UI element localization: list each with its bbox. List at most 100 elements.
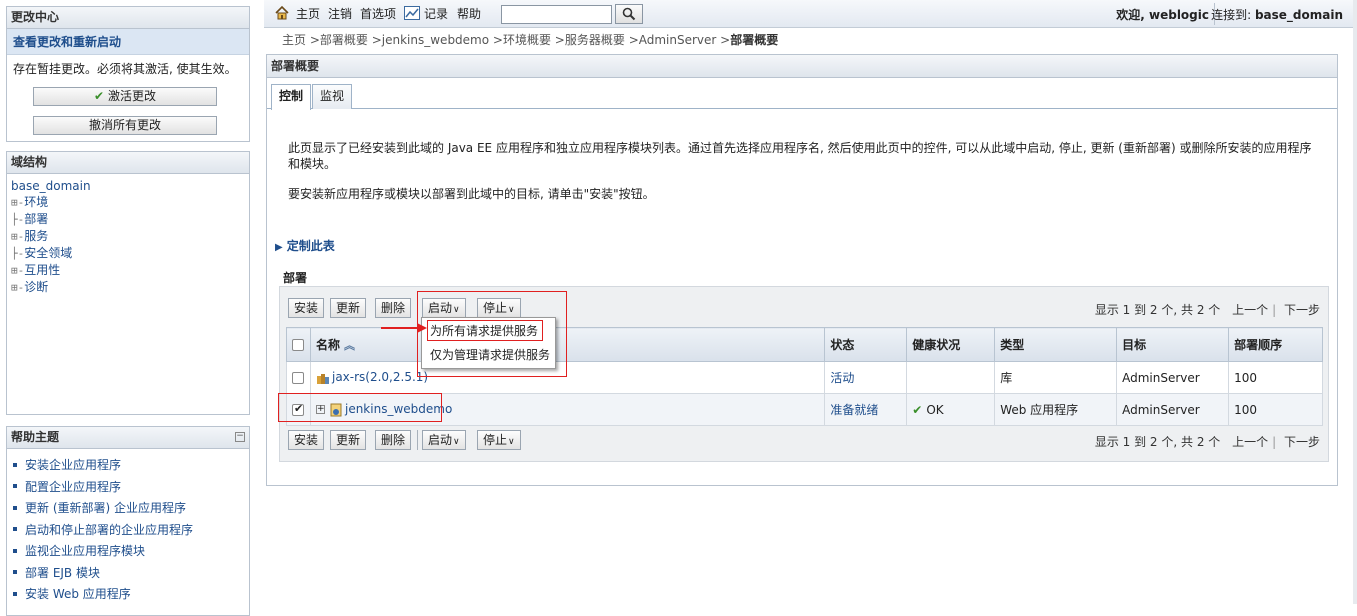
help-link[interactable]: 帮助	[457, 6, 481, 22]
undo-all-changes-button[interactable]: 撤消所有更改	[33, 116, 217, 135]
home-link[interactable]: 主页	[296, 6, 320, 22]
help-topic-link[interactable]: 部署 EJB 模块	[25, 566, 100, 580]
app-name-cell: jax-rs(2.0,2.5.1)	[309, 361, 826, 394]
help-topic-link[interactable]: 监视企业应用程序模块	[25, 544, 145, 558]
breadcrumb-server[interactable]: AdminServer	[639, 33, 717, 47]
delete-button[interactable]: 删除	[375, 298, 412, 318]
tab-monitoring[interactable]: 监视	[312, 84, 353, 109]
change-center-title: 更改中心	[7, 7, 249, 29]
tree-item-label[interactable]: 安全领域	[24, 246, 72, 260]
stop-label: 停止	[483, 433, 508, 447]
column-header-deployment-order[interactable]: 部署顺序	[1228, 327, 1323, 362]
next-page-link[interactable]: 下一步	[1284, 303, 1320, 317]
record-link[interactable]: 记录	[424, 6, 448, 22]
tree-item-label[interactable]: 环境	[24, 195, 48, 209]
tree-item-label[interactable]: 互用性	[24, 263, 60, 277]
tree-item-deployments[interactable]: ├-部署	[11, 211, 249, 228]
help-topic-item: 监视企业应用程序模块	[13, 543, 249, 565]
stop-dropdown-button[interactable]: 停止∨	[477, 430, 521, 450]
tree-root-base-domain[interactable]: base_domain	[11, 179, 91, 193]
scrollbar-edge[interactable]	[1353, 0, 1357, 604]
activate-changes-button[interactable]: ✔ 激活更改	[33, 87, 217, 106]
column-header-state[interactable]: 状态	[824, 327, 908, 362]
start-dropdown-button[interactable]: 启动∨	[422, 430, 466, 450]
column-header-targets[interactable]: 目标	[1116, 327, 1230, 362]
menu-item-serve-admin-requests[interactable]: 仅为管理请求提供服务	[430, 346, 550, 364]
logout-link[interactable]: 注销	[328, 6, 352, 22]
select-all-checkbox[interactable]	[292, 339, 304, 351]
row-checkbox[interactable]	[292, 402, 304, 416]
app-name-cell: + jenkins_webdemo	[309, 393, 826, 426]
search-button[interactable]	[615, 4, 643, 24]
sort-ascending-icon[interactable]: ︽	[344, 339, 355, 352]
tree-item-label[interactable]: 诊断	[24, 280, 48, 294]
home-icon[interactable]	[274, 5, 290, 21]
tree-item-diagnostics[interactable]: ⊞-诊断	[11, 279, 249, 296]
customize-table-link[interactable]: ▶ 定制此表	[275, 237, 335, 254]
previous-page-link[interactable]: 上一个	[1232, 303, 1268, 317]
divider	[1224, 435, 1228, 449]
help-topic-link[interactable]: 更新 (重新部署) 企业应用程序	[25, 501, 186, 515]
menu-item-serve-all-requests[interactable]: 为所有请求提供服务	[430, 322, 538, 340]
preferences-link[interactable]: 首选项	[360, 6, 396, 22]
library-icon	[316, 373, 329, 384]
row-select-cell	[286, 393, 311, 426]
breadcrumb-deployments[interactable]: 部署概要	[320, 33, 368, 47]
page-title: 部署概要	[267, 55, 1337, 78]
delete-button[interactable]: 删除	[375, 430, 412, 450]
tree-item-interoperability[interactable]: ⊞-互用性	[11, 262, 249, 279]
help-topic-link[interactable]: 启动和停止部署的企业应用程序	[25, 523, 193, 537]
tree-item-services[interactable]: ⊞-服务	[11, 228, 249, 245]
domain-tree: base_domain ⊞-环境 ├-部署 ⊞-服务 ├-安全领域 ⊞-互用性 …	[7, 174, 249, 296]
previous-page-link[interactable]: 上一个	[1232, 435, 1268, 449]
collapse-icon[interactable]: −	[235, 432, 245, 442]
tab-control[interactable]: 控制	[271, 84, 312, 110]
help-topics-panel: 帮助主题 − 安装企业应用程序 配置企业应用程序 更新 (重新部署) 企业应用程…	[6, 426, 250, 616]
chevron-down-icon: ∨	[453, 305, 460, 315]
tree-item-label[interactable]: 部署	[24, 212, 48, 226]
state-link[interactable]: 活动	[830, 371, 854, 385]
expand-triangle-icon: ▶	[275, 242, 283, 253]
bullet-icon	[13, 505, 17, 510]
stop-dropdown-button[interactable]: 停止∨	[477, 298, 521, 318]
install-button[interactable]: 安装	[288, 430, 325, 450]
help-topic-link[interactable]: 安装 Web 应用程序	[25, 587, 131, 601]
start-dropdown-button[interactable]: 启动∨	[422, 298, 466, 318]
row-checkbox[interactable]	[292, 372, 304, 384]
bullet-icon	[13, 462, 17, 467]
app-name-link[interactable]: jenkins_webdemo	[345, 402, 452, 416]
checkmark-icon: ✔	[93, 89, 105, 103]
tree-expand-icon[interactable]: ⊞-	[11, 264, 24, 277]
install-button[interactable]: 安装	[288, 298, 325, 318]
update-button[interactable]: 更新	[330, 430, 367, 450]
tree-item-environment[interactable]: ⊞-环境	[11, 194, 249, 211]
state-cell: 准备就绪	[824, 393, 908, 426]
table-row: + jenkins_webdemo 准备就绪 ✔OK Web 应用程序 Admi…	[286, 393, 1323, 426]
help-topic-item: 安装 Web 应用程序	[13, 586, 249, 608]
pagination-top: 显示 1 到 2 个, 共 2 个 上一个 | 下一步	[1095, 301, 1320, 318]
help-topic-link[interactable]: 配置企业应用程序	[25, 480, 121, 494]
record-icon[interactable]	[404, 6, 420, 20]
target-cell: AdminServer	[1116, 361, 1230, 394]
state-link[interactable]: 准备就绪	[830, 403, 878, 417]
breadcrumb-app[interactable]: jenkins_webdemo	[382, 33, 489, 47]
help-topic-link[interactable]: 安装企业应用程序	[25, 458, 121, 472]
tree-item-label[interactable]: 服务	[24, 229, 48, 243]
search-input[interactable]	[501, 5, 612, 24]
view-changes-link[interactable]: 查看更改和重新启动	[7, 29, 249, 55]
breadcrumb-servers[interactable]: 服务器概要	[565, 33, 625, 47]
tree-expand-icon[interactable]: ⊞-	[11, 281, 24, 294]
next-page-link[interactable]: 下一步	[1284, 435, 1320, 449]
customize-table-label: 定制此表	[286, 239, 335, 253]
update-button[interactable]: 更新	[330, 298, 367, 318]
select-all-cell	[286, 327, 311, 362]
expand-icon[interactable]: +	[315, 405, 325, 415]
breadcrumb-home[interactable]: 主页	[282, 33, 306, 47]
column-header-health[interactable]: 健康状况	[906, 327, 996, 362]
app-name-link[interactable]: jax-rs(2.0,2.5.1)	[332, 370, 428, 384]
tree-item-security-realms[interactable]: ├-安全领域	[11, 245, 249, 262]
breadcrumb-environment[interactable]: 环境概要	[503, 33, 551, 47]
column-header-type[interactable]: 类型	[994, 327, 1118, 362]
tree-expand-icon[interactable]: ⊞-	[11, 230, 24, 243]
tree-expand-icon[interactable]: ⊞-	[11, 196, 24, 209]
